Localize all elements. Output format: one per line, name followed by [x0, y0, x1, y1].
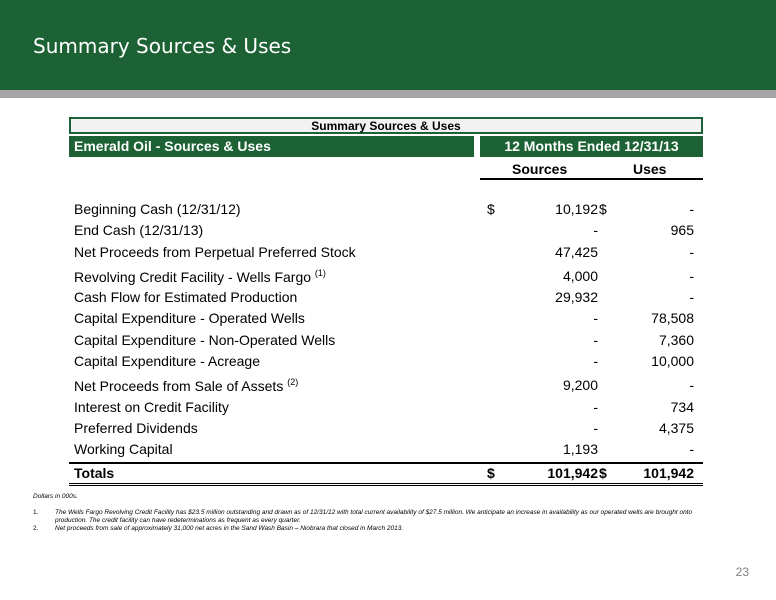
row-label-cell: Revolving Credit Facility - Wells Fargo … — [74, 268, 326, 285]
row-label-cell: Capital Expenditure - Operated Wells — [74, 310, 305, 326]
footnote-ref: (1) — [314, 267, 326, 278]
table-row: Preferred Dividends - 4,375 — [74, 420, 704, 441]
sources-value: 1,193 — [562, 441, 598, 458]
uses-value: - — [689, 243, 694, 260]
row-label-cell: End Cash (12/31/13) — [74, 222, 203, 238]
table-title: Summary Sources & Uses — [69, 117, 703, 134]
table-row: Net Proceeds from Sale of Assets (2) 9,20… — [74, 377, 704, 398]
totals-label: Totals — [74, 465, 115, 481]
totals-uses-value: 101,942 — [643, 465, 694, 481]
row-label: Interest on Credit Facility — [74, 398, 229, 415]
row-label: Working Capital — [74, 441, 173, 458]
units-note: Dollars in 000s. — [33, 493, 78, 500]
table-row: Capital Expenditure - Non-Operated Wells… — [74, 332, 704, 353]
uses-value: 965 — [670, 222, 694, 239]
uses-value: - — [689, 201, 694, 217]
sources-value: 10,192 — [555, 201, 598, 217]
sources-column-header: Sources — [512, 161, 568, 177]
row-label-cell: Working Capital — [74, 441, 173, 457]
table-row: Capital Expenditure - Operated Wells - 78,… — [74, 310, 704, 331]
table-row: Revolving Credit Facility - Wells Fargo … — [74, 268, 704, 289]
row-label-cell: Cash Flow for Estimated Production — [74, 289, 297, 305]
sources-value: - — [593, 310, 598, 327]
row-label-cell: Capital Expenditure - Non-Operated Wells — [74, 332, 335, 348]
row-label: Net Proceeds from Sale of Assets — [74, 378, 284, 395]
uses-value: - — [689, 377, 694, 394]
row-label-cell: Preferred Dividends — [74, 420, 198, 436]
row-label-cell: Capital Expenditure - Acreage — [74, 353, 260, 369]
sources-value: - — [593, 331, 598, 348]
row-label-cell: Beginning Cash (12/31/12) — [74, 201, 241, 217]
row-label: Net Proceeds from Perpetual Preferred St… — [74, 243, 356, 260]
table-row: End Cash (12/31/13) - 965 — [74, 222, 704, 243]
sources-value: - — [593, 398, 598, 415]
table-body: Beginning Cash (12/31/12) $10,192 $ - End Ca… — [74, 201, 704, 463]
footnote-ref: (2) — [287, 377, 299, 388]
period-header: 12 Months Ended 12/31/13 — [480, 136, 703, 157]
slide-title: Summary Sources & Uses — [33, 34, 292, 58]
slide-header: Summary Sources & Uses — [0, 0, 776, 90]
sources-value: - — [593, 222, 598, 239]
row-label-cell: Interest on Credit Facility — [74, 399, 229, 415]
totals-row: Totals $ 101,942 $ 101,942 — [74, 465, 704, 483]
footnote-text: Net proceeds from sale of approximately … — [55, 525, 404, 532]
uses-value: - — [689, 289, 694, 306]
sources-currency: $ — [487, 201, 495, 217]
footnote-2: 2. Net proceeds from sale of approximate… — [33, 525, 703, 533]
row-label-cell: Net Proceeds from Sale of Assets (2) — [74, 377, 298, 394]
footnote-number: 1. — [33, 509, 39, 516]
table-row: Interest on Credit Facility - 734 — [74, 399, 704, 420]
company-header: Emerald Oil - Sources & Uses — [69, 136, 474, 157]
table-row: Working Capital 1,193 - — [74, 441, 704, 462]
row-label: Capital Expenditure - Non-Operated Wells — [74, 331, 336, 348]
uses-value: 7,360 — [658, 331, 694, 348]
row-label: Capital Expenditure - Acreage — [74, 353, 260, 370]
totals-rule-top — [69, 462, 703, 464]
footnotes: Dollars in 000s. 1. The Wells Fargo Revo… — [33, 493, 703, 533]
row-label: Cash Flow for Estimated Production — [74, 289, 298, 306]
table-row: Beginning Cash (12/31/12) $10,192 $ - — [74, 201, 704, 222]
footnote-1: 1. The Wells Fargo Revolving Credit Faci… — [33, 509, 703, 525]
footnote-text: The Wells Fargo Revolving Credit Facilit… — [55, 509, 693, 524]
row-label: Preferred Dividends — [74, 419, 198, 436]
column-header-rule — [480, 178, 703, 180]
row-label: Beginning Cash (12/31/12) — [74, 201, 241, 217]
row-label: End Cash (12/31/13) — [74, 222, 204, 239]
table-row: Cash Flow for Estimated Production 29,932… — [74, 289, 704, 310]
totals-sources-value: 101,942 — [547, 465, 598, 481]
uses-value: 78,508 — [651, 310, 694, 327]
row-label: Capital Expenditure - Operated Wells — [74, 310, 305, 327]
sources-value: - — [593, 353, 598, 370]
row-label: Revolving Credit Facility - Wells Fargo — [74, 268, 312, 285]
uses-value: - — [689, 267, 694, 284]
uses-value: 4,375 — [658, 419, 694, 436]
totals-uses-currency: $ — [599, 465, 607, 481]
header-divider — [0, 90, 776, 98]
sources-value: 47,425 — [555, 243, 598, 260]
sources-value: 9,200 — [562, 377, 598, 394]
uses-value: - — [689, 441, 694, 458]
sources-value: 29,932 — [555, 289, 598, 306]
sources-value: - — [593, 419, 598, 436]
row-label-cell: Net Proceeds from Perpetual Preferred St… — [74, 244, 356, 260]
footnote-number: 2. — [33, 525, 39, 532]
table-row: Capital Expenditure - Acreage - 10,000 — [74, 353, 704, 374]
totals-sources-currency: $ — [487, 465, 495, 481]
uses-currency: $ — [599, 201, 607, 217]
uses-column-header: Uses — [633, 161, 667, 177]
page-number: 23 — [735, 565, 749, 579]
sources-value: 4,000 — [562, 267, 598, 284]
uses-value: 734 — [670, 398, 694, 415]
uses-value: 10,000 — [651, 353, 694, 370]
table-row: Net Proceeds from Perpetual Preferred St… — [74, 244, 704, 265]
totals-double-rule — [69, 483, 703, 486]
